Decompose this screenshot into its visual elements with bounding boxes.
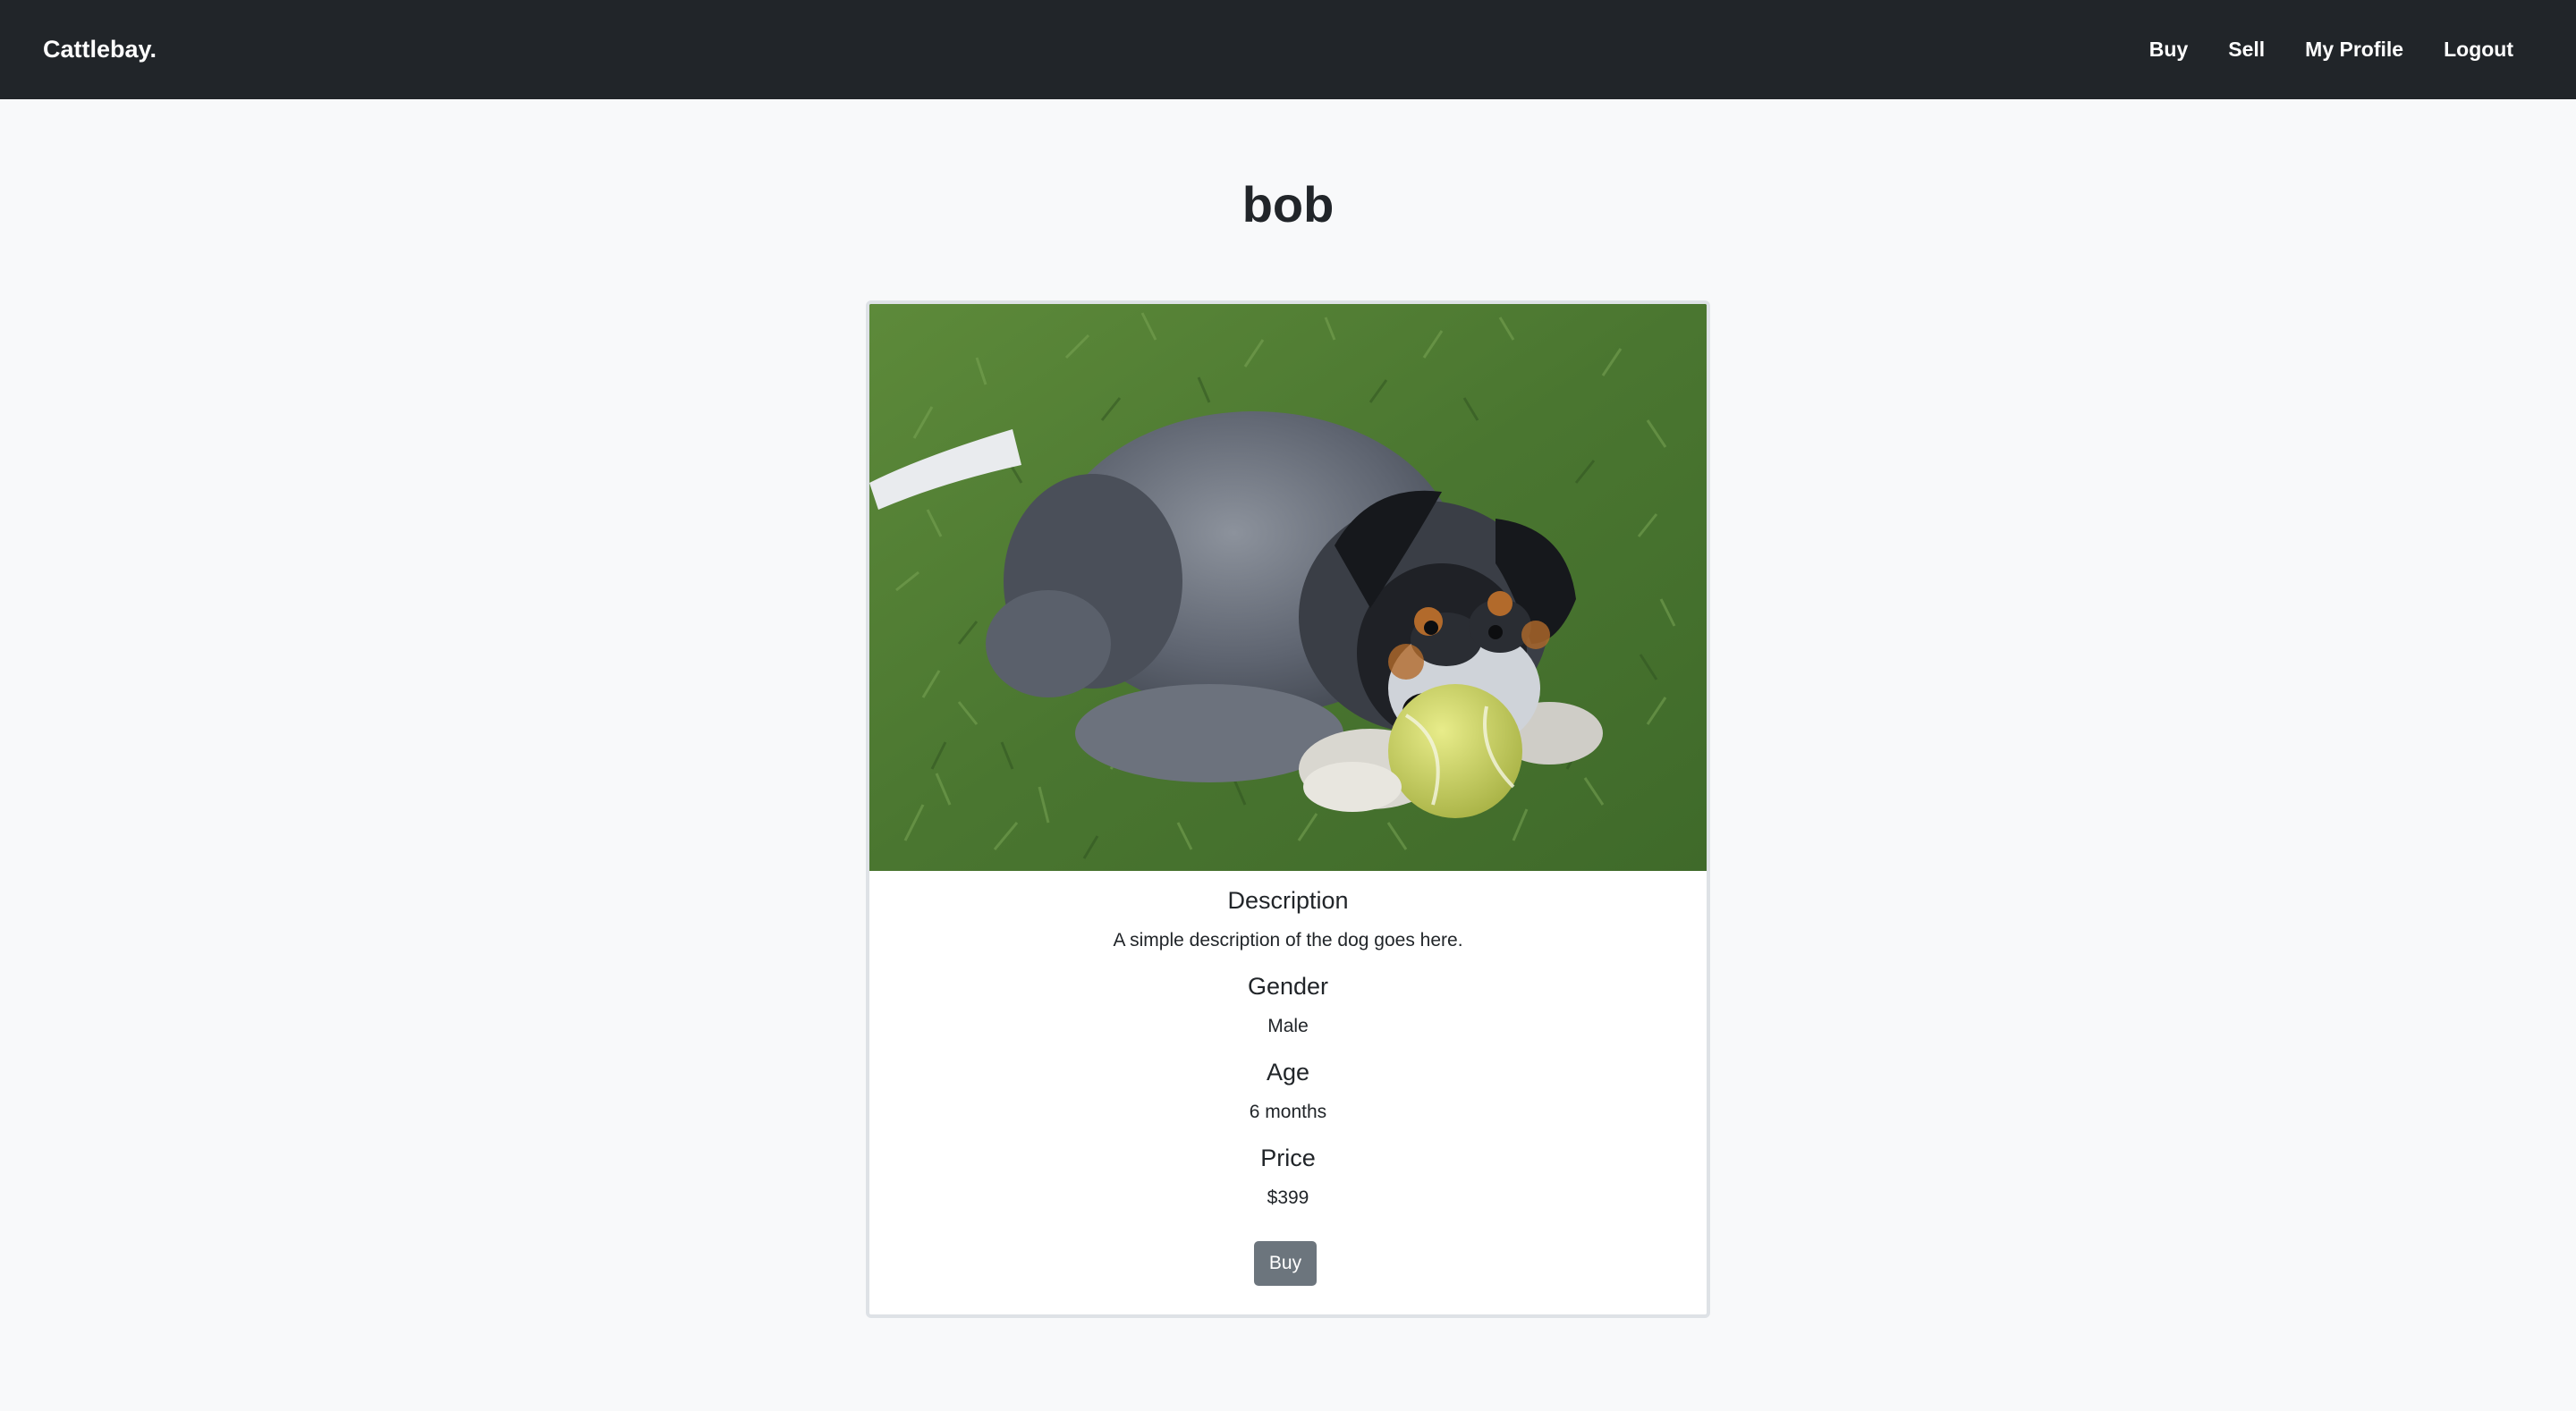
gender-value: Male [1267,1016,1309,1036]
description-value: A simple description of the dog goes her… [1113,930,1463,951]
page-title: bob [1241,176,1335,232]
nav-link-my-profile[interactable]: My Profile [2305,38,2403,62]
price-label: Price [1260,1145,1316,1171]
brand-logo[interactable]: Cattlebay. [43,36,157,63]
listing-card: Description A simple description of the … [866,300,1710,1318]
nav-links: Buy Sell My Profile Logout [2149,38,2513,62]
nav-link-sell[interactable]: Sell [2228,38,2265,62]
listing-photo [869,304,1707,871]
buy-button[interactable]: Buy [1254,1241,1317,1286]
navbar: Cattlebay. Buy Sell My Profile Logout [0,0,2576,99]
description-label: Description [1227,887,1349,914]
nav-link-buy[interactable]: Buy [2149,38,2188,62]
age-value: 6 months [1249,1102,1327,1122]
price-value: $399 [1267,1187,1309,1208]
nav-link-logout[interactable]: Logout [2444,38,2513,62]
gender-label: Gender [1247,973,1329,1000]
age-label: Age [1266,1059,1310,1086]
